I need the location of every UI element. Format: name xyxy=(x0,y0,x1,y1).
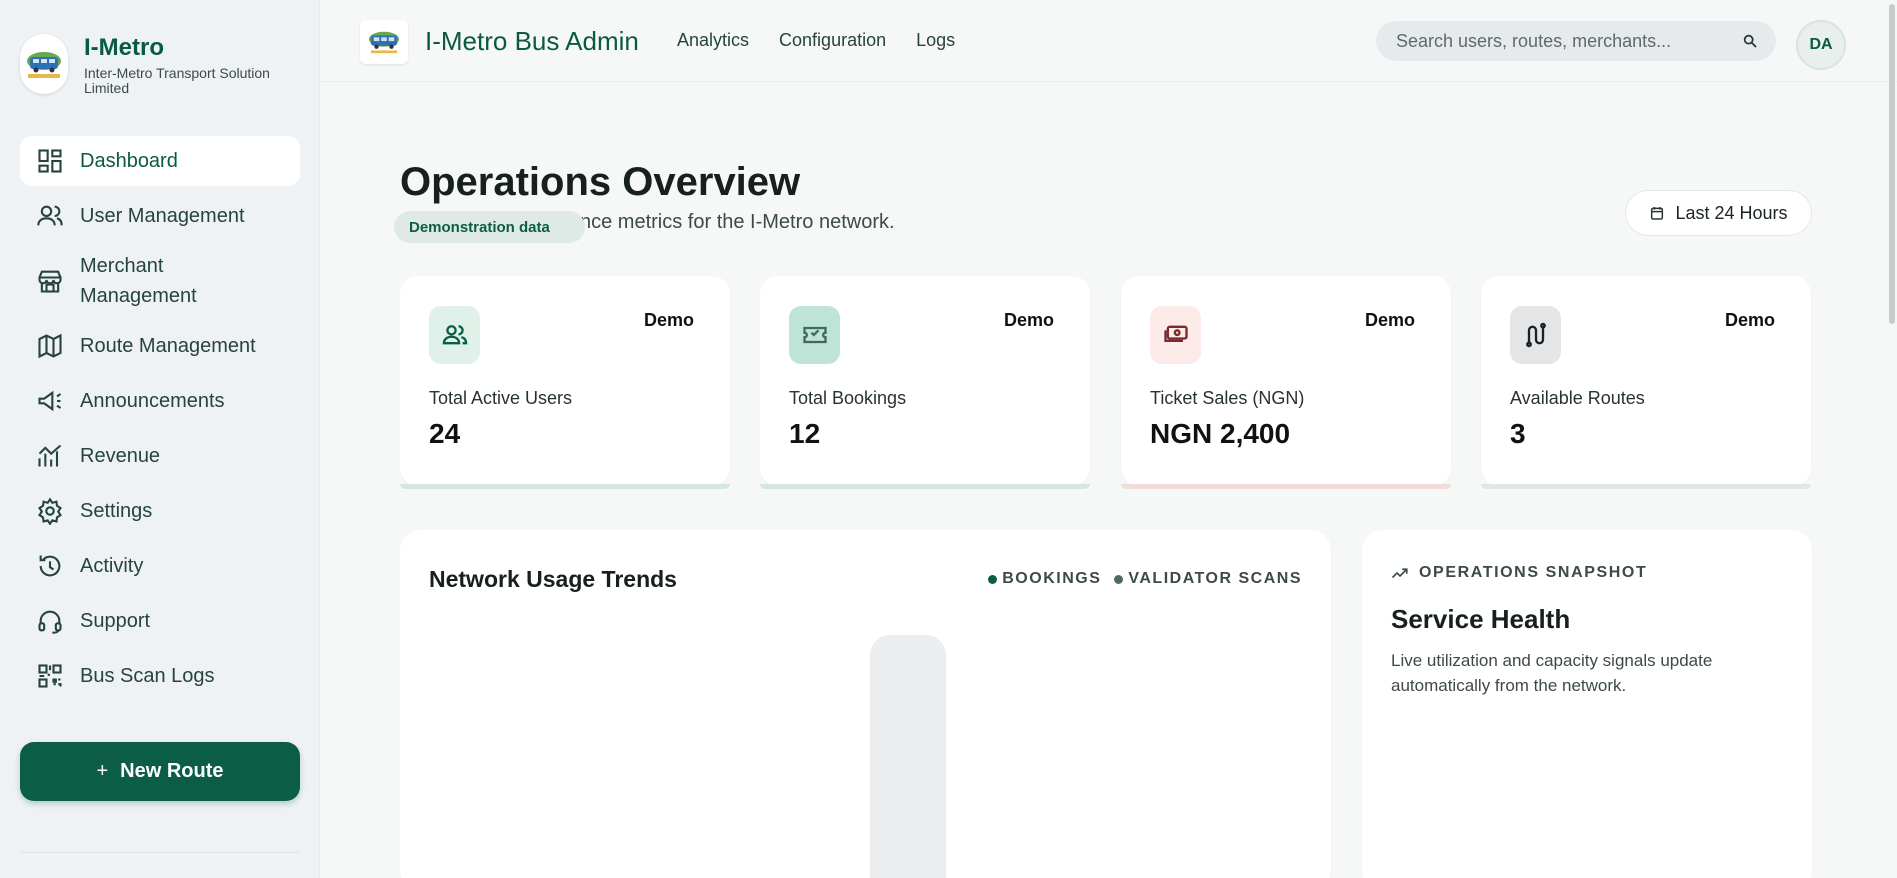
demo-badge: Demo xyxy=(643,310,694,330)
snapshot-eyebrow-label: OPERATIONS SNAPSHOT xyxy=(1419,564,1648,581)
headset-icon xyxy=(38,610,62,634)
date-range-button[interactable]: Last 24 Hours xyxy=(1625,190,1812,236)
sidebar: I-Metro Inter-Metro Transport Solution L… xyxy=(0,0,320,878)
history-icon xyxy=(39,555,61,577)
page-scrollbar[interactable] xyxy=(1889,4,1895,324)
snapshot-title: Service Health xyxy=(1391,604,1571,634)
legend-validator-scans[interactable]: VALIDATOR SCANS xyxy=(1114,570,1302,588)
top-header: I-Metro Bus Admin Analytics Configuratio… xyxy=(320,0,1897,82)
sidebar-item-label: Bus Scan Logs xyxy=(80,665,215,687)
sidebar-item-label: User Management xyxy=(80,205,245,227)
megaphone-icon xyxy=(38,390,62,412)
snapshot-description: Live utilization and capacity signals up… xyxy=(1391,651,1713,695)
header-nav: Analytics Configuration Logs xyxy=(677,30,985,51)
sidebar-item-route-management[interactable]: Route Management xyxy=(20,321,300,371)
sidebar-item-support[interactable]: Support xyxy=(20,596,300,646)
route-icon xyxy=(1510,306,1561,364)
qr-icon xyxy=(38,664,62,688)
sidebar-item-dashboard[interactable]: Dashboard xyxy=(20,136,300,186)
sidebar-item-label: Revenue xyxy=(80,445,161,467)
legend-label: BOOKINGS xyxy=(1002,570,1102,587)
brand-title: I-Metro xyxy=(84,34,164,61)
sidebar-item-revenue[interactable]: Revenue xyxy=(20,431,300,481)
stat-label: Ticket Sales (NGN) xyxy=(1150,388,1305,408)
demo-badge: Demo xyxy=(1364,310,1415,330)
date-range-label: Last 24 Hours xyxy=(1675,202,1788,223)
dashboard-icon xyxy=(38,149,62,173)
plus-icon: + xyxy=(96,760,109,782)
sidebar-item-label: Route Management xyxy=(80,335,256,357)
chart-placeholder-bar xyxy=(870,635,946,878)
stat-card-active-users[interactable]: Demo Total Active Users 24 xyxy=(400,276,730,489)
page-subtitle-text: nce metrics for the I-Metro network. xyxy=(580,211,895,233)
gear-icon xyxy=(38,497,62,525)
search-icon[interactable] xyxy=(1742,33,1758,49)
stat-card-available-routes[interactable]: Demo Available Routes 3 xyxy=(1481,276,1811,489)
stat-label: Available Routes xyxy=(1510,388,1645,408)
stat-card-ticket-sales[interactable]: Demo Ticket Sales (NGN) NGN 2,400 xyxy=(1121,276,1451,489)
stat-label: Total Bookings xyxy=(789,388,907,408)
sidebar-nav: Dashboard User Management Merchant Manag… xyxy=(20,136,300,706)
operations-snapshot-panel: OPERATIONS SNAPSHOT Service Health Live … xyxy=(1362,530,1812,878)
map-icon xyxy=(38,333,62,359)
stat-value: NGN 2,400 xyxy=(1150,418,1291,449)
new-route-button[interactable]: + New Route xyxy=(20,742,300,801)
sidebar-item-bus-scan-logs[interactable]: Bus Scan Logs xyxy=(20,651,300,701)
legend-dot xyxy=(988,574,998,584)
ticket-icon xyxy=(789,306,840,364)
header-logo[interactable] xyxy=(360,20,408,64)
sidebar-item-activity[interactable]: Activity xyxy=(20,541,300,591)
sidebar-item-label: Support xyxy=(80,610,151,632)
trend-icon xyxy=(1391,568,1408,579)
card-accent-bar xyxy=(1481,484,1811,489)
demo-badge: Demo xyxy=(1724,310,1775,330)
app-title: I-Metro Bus Admin xyxy=(425,26,639,56)
nav-logs[interactable]: Logs xyxy=(916,30,955,51)
chart-icon xyxy=(38,444,62,467)
chart-legend: BOOKINGS VALIDATOR SCANS xyxy=(975,570,1302,588)
brand-subtitle: Inter-Metro Transport Solution Limited xyxy=(84,65,270,96)
nav-configuration[interactable]: Configuration xyxy=(779,30,886,51)
network-usage-panel: Network Usage Trends BOOKINGS VALIDATOR … xyxy=(400,530,1331,878)
legend-bookings[interactable]: BOOKINGS xyxy=(988,570,1101,588)
sidebar-item-merchant-management[interactable]: Merchant Management xyxy=(20,246,300,316)
stat-card-bookings[interactable]: Demo Total Bookings 12 xyxy=(760,276,1090,489)
sidebar-item-label: Merchant Management xyxy=(80,255,197,307)
sidebar-item-user-management[interactable]: User Management xyxy=(20,191,300,241)
sidebar-item-label: Activity xyxy=(80,555,144,577)
search-input[interactable] xyxy=(1396,30,1726,52)
cash-icon xyxy=(1150,306,1201,364)
legend-label: VALIDATOR SCANS xyxy=(1128,570,1302,587)
card-accent-bar xyxy=(400,484,730,489)
store-icon xyxy=(38,270,62,293)
sidebar-item-announcements[interactable]: Announcements xyxy=(20,376,300,426)
legend-dot xyxy=(1114,574,1124,584)
users-icon xyxy=(37,205,63,226)
avatar[interactable]: DA xyxy=(1796,20,1846,70)
page-title: Operations Overview xyxy=(400,160,801,204)
card-accent-bar xyxy=(1121,484,1451,489)
demo-badge: Demo xyxy=(1003,310,1054,330)
users-icon xyxy=(429,306,480,364)
brand-logo xyxy=(20,34,68,94)
sidebar-item-label: Announcements xyxy=(80,390,225,412)
sidebar-divider xyxy=(20,852,300,853)
demonstration-data-badge: Demonstration data xyxy=(394,211,585,243)
nav-analytics[interactable]: Analytics xyxy=(677,30,749,51)
panel-title: Network Usage Trends xyxy=(429,566,677,592)
calendar-icon xyxy=(1651,207,1664,220)
brand[interactable]: I-Metro Inter-Metro Transport Solution L… xyxy=(20,34,309,96)
new-route-label: New Route xyxy=(120,760,224,782)
stat-value: 24 xyxy=(429,418,461,449)
stat-label: Total Active Users xyxy=(429,388,573,408)
search-bar xyxy=(1376,21,1776,61)
sidebar-item-label: Dashboard xyxy=(80,150,178,172)
stat-value: 3 xyxy=(1510,418,1526,449)
card-accent-bar xyxy=(760,484,1090,489)
sidebar-item-settings[interactable]: Settings xyxy=(20,486,300,536)
sidebar-item-label: Settings xyxy=(80,500,153,522)
snapshot-eyebrow: OPERATIONS SNAPSHOT xyxy=(1391,564,1647,582)
stat-value: 12 xyxy=(789,418,821,449)
